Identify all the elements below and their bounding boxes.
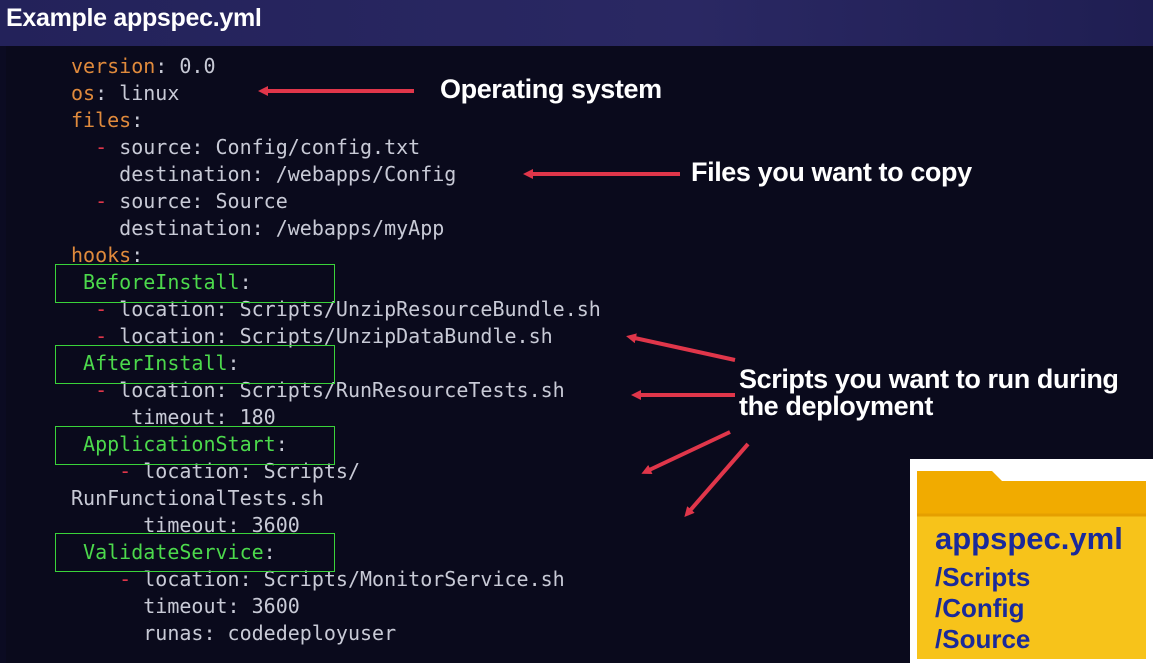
yaml-value: linux — [119, 81, 180, 105]
yaml-value: 0.0 — [179, 54, 216, 78]
code-line: runas: codedeployuser — [71, 620, 396, 647]
hook-highlight-box — [55, 345, 335, 384]
yaml-key: files — [71, 108, 132, 132]
yaml-separator: : — [131, 108, 144, 132]
yaml-entry: destination: /webapps/Config — [119, 162, 457, 186]
code-line: - source: Source — [71, 188, 288, 215]
code-line: files: — [71, 107, 143, 134]
yaml-entry: source: Source — [119, 189, 288, 213]
hook-highlight-box — [55, 533, 335, 572]
hook-highlight-box — [55, 426, 335, 465]
code-line: - source: Config/config.txt — [71, 134, 420, 161]
callout-files-to-copy: Files you want to copy — [691, 157, 972, 187]
yaml-separator: : — [155, 54, 180, 78]
yaml-entry: RunFunctionalTests.sh — [71, 486, 324, 510]
folder-item-scripts: /Scripts — [935, 562, 1031, 592]
code-line: os: linux — [71, 80, 179, 107]
yaml-entry: destination: /webapps/myApp — [119, 216, 445, 240]
code-line: destination: /webapps/Config — [71, 161, 456, 188]
list-dash: - — [95, 189, 120, 213]
list-dash: - — [95, 135, 120, 159]
yaml-separator: : — [95, 81, 120, 105]
code-line: timeout: 3600 — [71, 593, 300, 620]
callout-operating-system: Operating system — [440, 74, 662, 104]
hook-highlight-box — [55, 264, 335, 303]
slide-title: Example appspec.yml — [6, 4, 262, 32]
yaml-entry: timeout: 3600 — [143, 594, 300, 618]
yaml-entry: source: Config/config.txt — [119, 135, 421, 159]
yaml-key: os — [71, 81, 96, 105]
code-line: destination: /webapps/myApp — [71, 215, 444, 242]
folder-item-config: /Config — [935, 593, 1025, 623]
folder-filename: appspec.yml — [935, 521, 1123, 556]
callout-scripts-line2: the deployment — [739, 391, 933, 421]
title-bar: Example appspec.yml — [0, 0, 1153, 46]
code-line: RunFunctionalTests.sh — [71, 485, 324, 512]
yaml-key: version — [71, 54, 156, 78]
folder-illustration: appspec.yml /Scripts /Config /Source — [910, 459, 1153, 663]
yaml-entry: runas: codedeployuser — [143, 621, 397, 645]
folder-item-source: /Source — [935, 624, 1031, 654]
code-line: version: 0.0 — [71, 53, 216, 80]
